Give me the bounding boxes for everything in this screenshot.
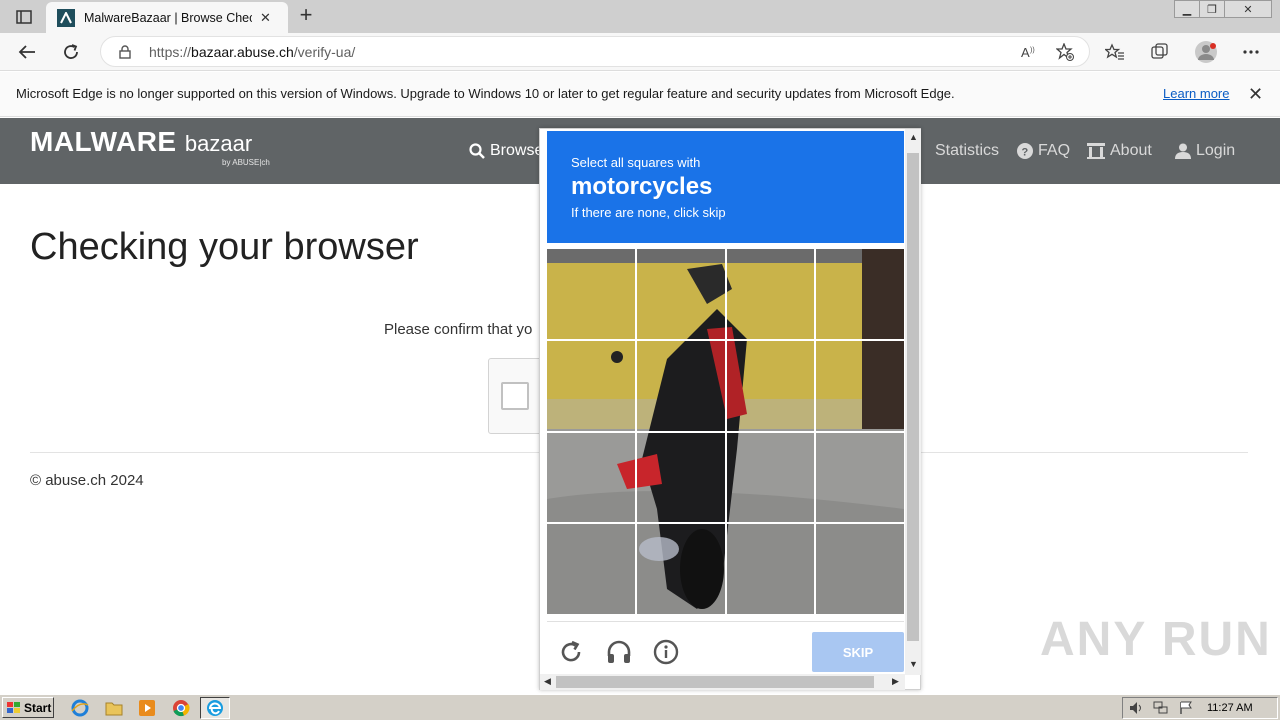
tab-title: MalwareBazaar | Browse Checkin [84, 10, 252, 25]
challenge-tile[interactable] [547, 524, 635, 614]
volume-icon[interactable] [1129, 701, 1145, 720]
scroll-right-icon[interactable]: ▶ [892, 676, 899, 687]
image-challenge-popup: Select all squares with motorcycles If t… [539, 128, 921, 690]
refresh-icon[interactable] [58, 39, 84, 65]
challenge-tile[interactable] [636, 524, 725, 614]
lock-icon[interactable] [119, 45, 131, 64]
info-icon[interactable] [651, 637, 681, 667]
windows-logo-icon [7, 701, 20, 713]
site-logo[interactable]: MALWARE bazaar [30, 126, 252, 158]
malwarebazaar-favicon-icon [57, 8, 75, 27]
more-menu-icon[interactable] [1238, 39, 1264, 65]
scroll-left-icon[interactable]: ◀ [544, 676, 551, 687]
challenge-tile[interactable] [816, 432, 904, 523]
challenge-tile[interactable] [816, 249, 904, 339]
minimize-icon[interactable]: ▁ [1174, 0, 1200, 18]
nav-login[interactable]: Login [1175, 142, 1235, 160]
edge-icon [205, 698, 225, 718]
svg-text:?: ? [1022, 147, 1029, 159]
vertical-scrollbar[interactable]: ▲ ▼ [905, 129, 921, 675]
tab-close-icon[interactable]: ✕ [260, 10, 271, 26]
challenge-tile[interactable] [636, 249, 725, 339]
challenge-tile[interactable] [816, 340, 904, 431]
confirm-text: Please confirm that yo [384, 321, 533, 338]
challenge-tile[interactable] [547, 249, 635, 339]
skip-button[interactable]: SKIP [812, 632, 904, 672]
window-controls: ▁ ❐ ✕ [1174, 0, 1272, 18]
restore-icon[interactable]: ❐ [1199, 0, 1225, 18]
nav-statistics[interactable]: Statistics [912, 142, 999, 160]
infobar-message: Microsoft Edge is no longer supported on… [16, 86, 955, 101]
challenge-tile[interactable] [547, 432, 635, 523]
unsupported-infobar: Microsoft Edge is no longer supported on… [0, 72, 1280, 117]
window-close-icon[interactable]: ✕ [1224, 0, 1272, 18]
folder-icon[interactable] [104, 698, 124, 718]
infobar-close-icon[interactable]: ✕ [1248, 84, 1263, 105]
windows-taskbar: Start 11:27 AM [0, 694, 1280, 720]
challenge-tile[interactable] [636, 340, 725, 431]
footer-copyright: © abuse.ch 2024 [30, 472, 144, 489]
collections-icon[interactable] [1147, 39, 1173, 65]
challenge-instruction: Select all squares with [571, 155, 701, 170]
add-favorite-icon[interactable] [1052, 39, 1078, 65]
captcha-widget [488, 358, 544, 434]
tab-strip: MalwareBazaar | Browse Checkin ✕ + ▁ ❐ ✕ [0, 0, 1280, 33]
vertical-scroll-thumb[interactable] [907, 153, 919, 641]
svg-text:A: A [1021, 45, 1030, 60]
building-icon [1087, 143, 1105, 159]
nav-about[interactable]: About [1087, 142, 1152, 160]
browser-tab[interactable]: MalwareBazaar | Browse Checkin ✕ [46, 2, 288, 33]
nav-faq[interactable]: ? FAQ [1017, 142, 1070, 160]
page-title: Checking your browser [30, 226, 419, 268]
challenge-tile[interactable] [726, 432, 815, 523]
audio-challenge-icon[interactable] [604, 637, 634, 667]
network-icon[interactable] [1153, 701, 1169, 720]
challenge-tile[interactable] [726, 524, 815, 614]
new-tab-icon[interactable]: + [294, 4, 318, 28]
search-icon [469, 143, 485, 159]
ie-icon[interactable] [70, 698, 90, 718]
user-icon [1175, 143, 1191, 159]
tab-actions-icon[interactable] [10, 6, 38, 28]
svg-text:)): )) [1030, 47, 1035, 54]
chrome-icon[interactable] [171, 698, 191, 718]
url-field[interactable]: https://bazaar.abuse.ch/verify-ua/ [100, 36, 1090, 67]
challenge-tile[interactable] [726, 249, 815, 339]
scroll-down-icon[interactable]: ▼ [909, 659, 918, 669]
system-tray: 11:27 AM [1122, 697, 1278, 719]
anyrun-watermark: ANY RUN [1040, 613, 1272, 666]
challenge-header: Select all squares with motorcycles If t… [547, 131, 904, 243]
favorites-icon[interactable] [1102, 39, 1128, 65]
challenge-tile[interactable] [636, 432, 725, 523]
challenge-tile-grid [547, 249, 904, 614]
profile-avatar-icon[interactable] [1193, 39, 1219, 65]
read-aloud-icon[interactable]: A)) [1016, 39, 1042, 65]
horizontal-scrollbar[interactable]: ◀ ▶ [540, 674, 905, 690]
action-center-flag-icon[interactable] [1179, 701, 1193, 720]
reload-challenge-icon[interactable] [556, 637, 586, 667]
captcha-checkbox[interactable] [501, 382, 529, 410]
challenge-footer-divider [547, 621, 904, 622]
nav-browse[interactable]: Browse [469, 142, 543, 160]
media-player-icon[interactable] [137, 698, 157, 718]
challenge-tile[interactable] [816, 524, 904, 614]
address-bar: https://bazaar.abuse.ch/verify-ua/ A)) [0, 33, 1280, 71]
horizontal-scroll-thumb[interactable] [556, 676, 874, 688]
taskbar-clock: 11:27 AM [1207, 702, 1253, 714]
challenge-hint: If there are none, click skip [571, 205, 726, 220]
learn-more-link[interactable]: Learn more [1163, 86, 1229, 101]
challenge-tile[interactable] [547, 340, 635, 431]
start-button[interactable]: Start [2, 697, 54, 718]
back-icon[interactable] [14, 39, 40, 65]
question-circle-icon: ? [1017, 143, 1033, 159]
challenge-tile[interactable] [726, 340, 815, 431]
scroll-up-icon[interactable]: ▲ [909, 132, 918, 142]
logo-subtitle: by ABUSE|ch [222, 158, 270, 167]
challenge-target: motorcycles [571, 173, 713, 200]
url-text: https://bazaar.abuse.ch/verify-ua/ [149, 44, 356, 60]
